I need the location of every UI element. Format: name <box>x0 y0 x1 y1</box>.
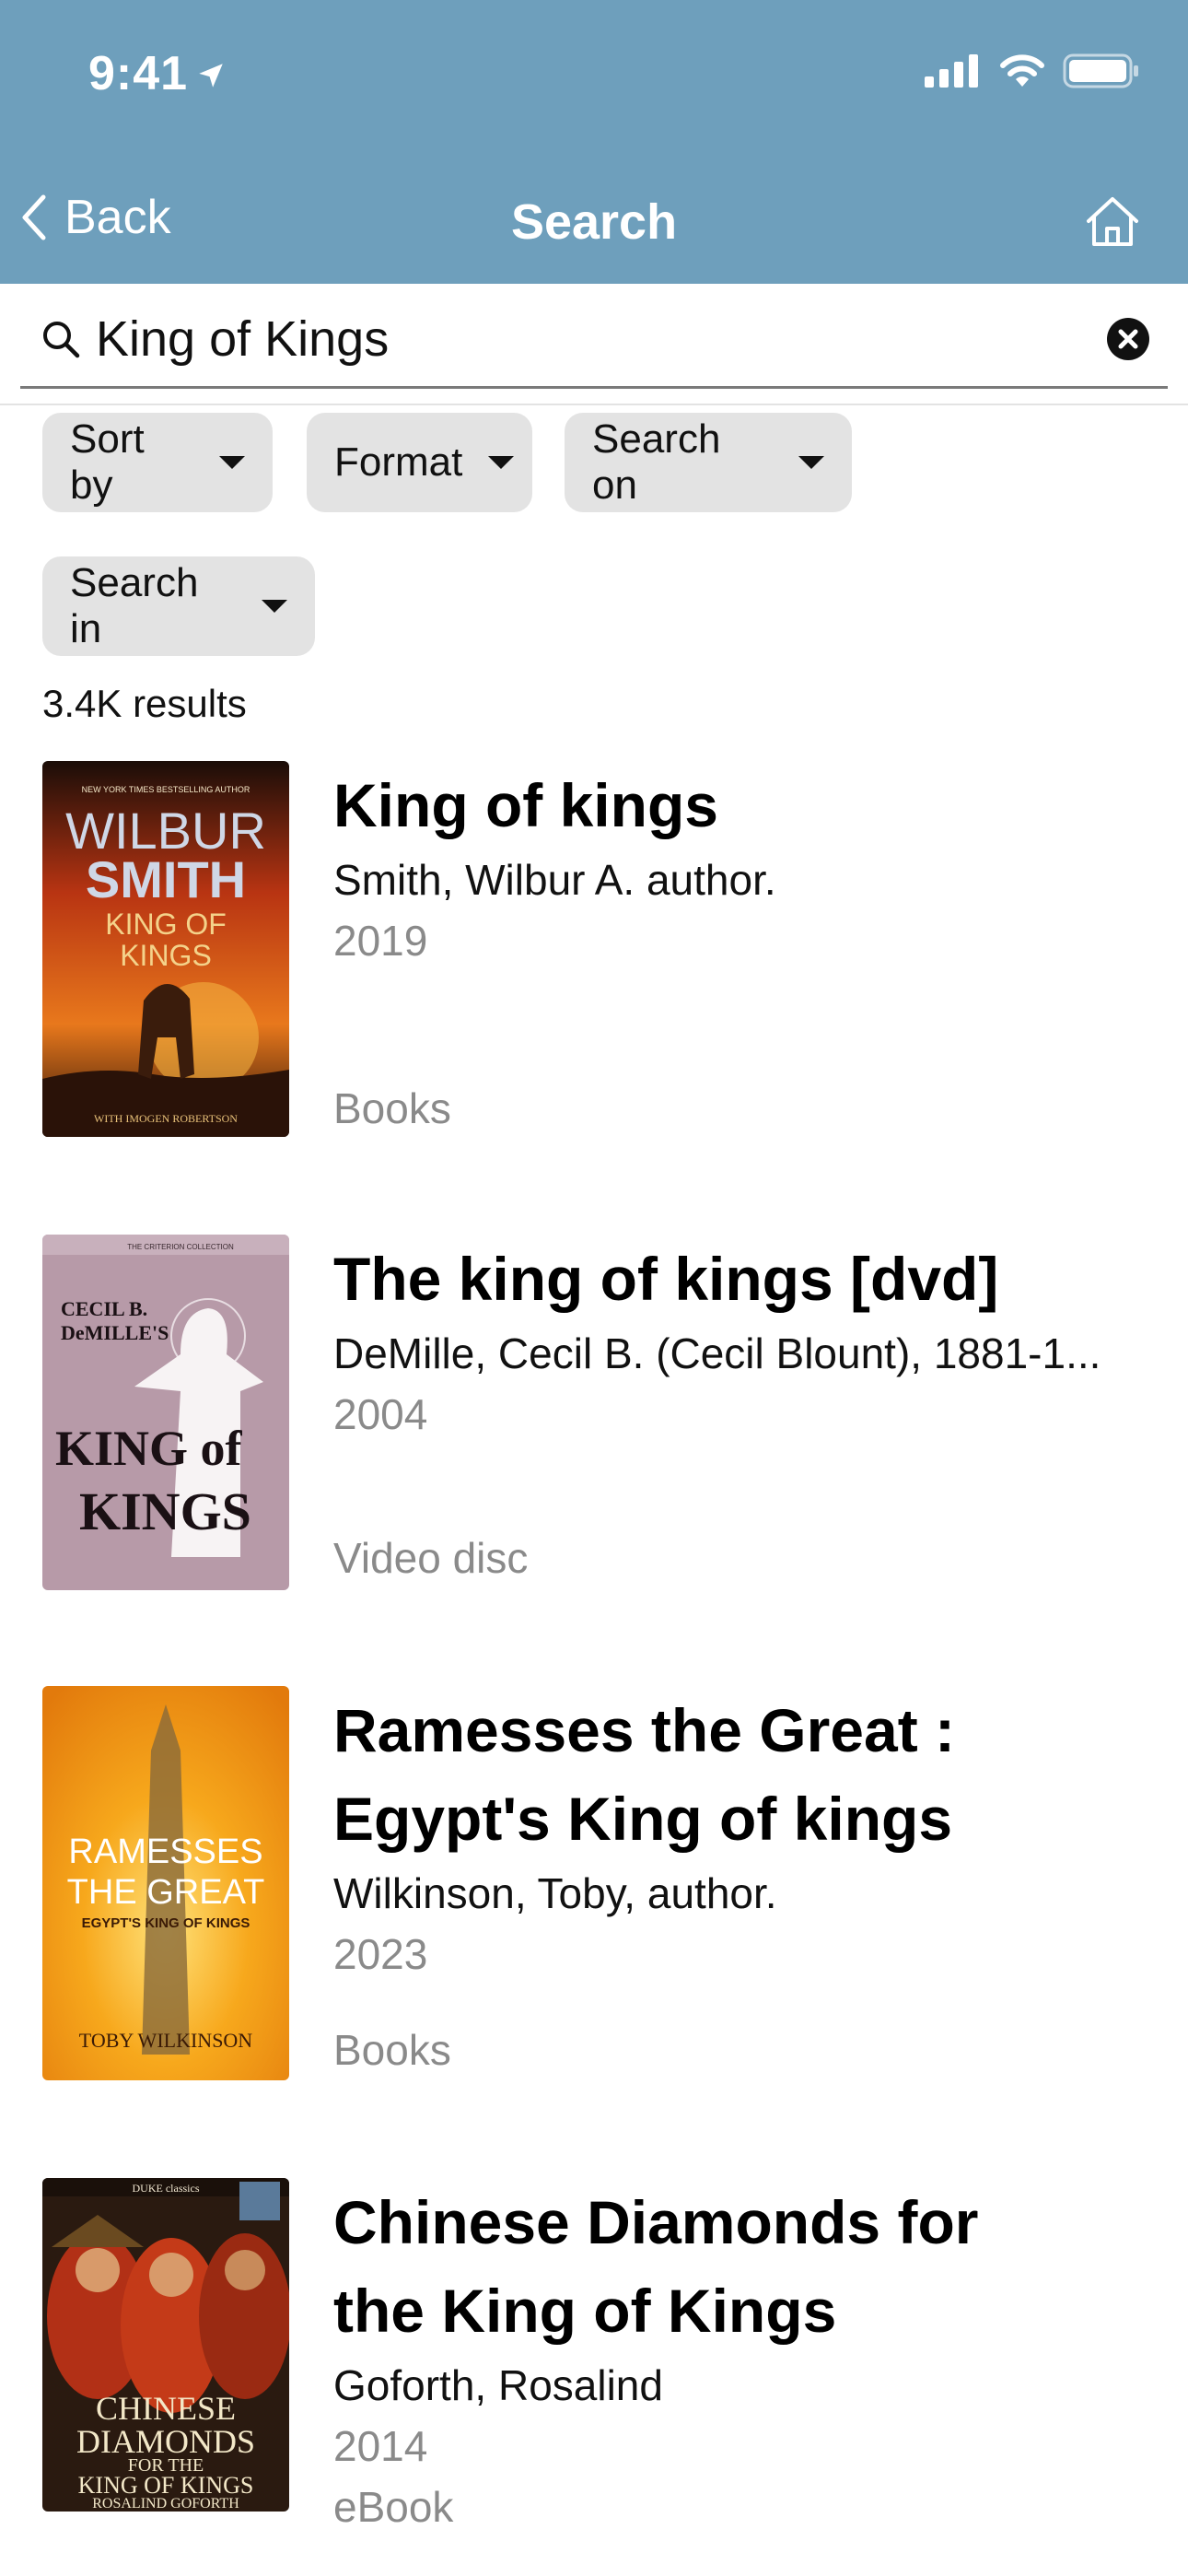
search-in-label: Search in <box>70 560 199 651</box>
cover-text: DIAMONDS <box>76 2423 255 2460</box>
search-input[interactable] <box>96 301 1105 376</box>
cover-text: KING OF <box>105 907 227 941</box>
cover-text: THE GREAT <box>67 1873 265 1912</box>
search-bar <box>20 291 1168 389</box>
cover-text: KING OF KINGS <box>78 2472 254 2499</box>
result-title-line-2: Egypt's King of kings <box>333 1785 953 1853</box>
cover-text: CHINESE <box>96 2390 236 2427</box>
sort-by-dropdown[interactable]: Sort by <box>42 413 273 512</box>
result-title-line-1: Chinese Diamonds for <box>333 2188 979 2256</box>
wifi-icon <box>1000 54 1044 87</box>
cover-text: TOBY WILKINSON <box>79 2029 253 2052</box>
cover-text: RAMESSES <box>68 1832 262 1871</box>
result-item[interactable]: THE CRITERION COLLECTION CECIL B. DeMILL… <box>0 1235 1188 1594</box>
battery-icon <box>1063 53 1138 88</box>
search-on-label: Search on <box>592 416 721 508</box>
format-label: Format <box>334 439 463 485</box>
search-in-dropdown[interactable]: Search in <box>42 556 315 656</box>
result-title: The king of kings [dvd] <box>333 1245 999 1313</box>
result-year: 2019 <box>333 917 428 965</box>
result-author: Wilkinson, Toby, author. <box>333 1869 777 1917</box>
cover-text: WITH IMOGEN ROBERTSON <box>94 1112 238 1125</box>
result-format: Books <box>333 1084 451 1132</box>
result-format: Video disc <box>333 1534 529 1582</box>
result-info: Ramesses the Great : Egypt's King of kin… <box>333 1686 1153 1985</box>
result-year: 2004 <box>333 1390 428 1438</box>
result-year: 2023 <box>333 1930 428 1978</box>
result-item[interactable]: RAMESSES THE GREAT EGYPT'S KING OF KINGS… <box>0 1686 1188 2082</box>
result-author: Smith, Wilbur A. author. <box>333 856 776 904</box>
result-item[interactable]: NEW YORK TIMES BESTSELLING AUTHOR WILBUR… <box>0 761 1188 1139</box>
result-author: Goforth, Rosalind <box>333 2361 663 2409</box>
book-cover-art: RAMESSES THE GREAT EGYPT'S KING OF KINGS… <box>42 1686 289 2080</box>
cover-text: CECIL B. <box>61 1297 147 1320</box>
cover-text: DUKE classics <box>133 2182 200 2195</box>
cover-text: THE CRITERION COLLECTION <box>127 1243 234 1251</box>
format-dropdown[interactable]: Format <box>307 413 532 512</box>
book-cover-art: NEW YORK TIMES BESTSELLING AUTHOR WILBUR… <box>42 761 289 1137</box>
cover-text: KING of <box>55 1421 243 1476</box>
clear-search-icon[interactable] <box>1105 316 1151 362</box>
book-cover-art: DUKE classics CHINESE DIAMONDS FOR THE K… <box>42 2178 289 2512</box>
cover-text: NEW YORK TIMES BESTSELLING AUTHOR <box>82 785 250 794</box>
result-title: King of kings <box>333 771 718 839</box>
dvd-cover-art: THE CRITERION COLLECTION CECIL B. DeMILL… <box>42 1235 289 1590</box>
result-title-line-1: Ramesses the Great : <box>333 1696 955 1764</box>
status-time: 9:41 <box>88 46 227 101</box>
result-format: eBook <box>333 2483 454 2531</box>
cellular-signal-icon <box>925 54 978 88</box>
home-icon <box>1087 197 1138 246</box>
sort-by-label: Sort by <box>70 416 145 508</box>
result-author: DeMille, Cecil B. (Cecil Blount), 1881-1… <box>333 1329 1101 1377</box>
cover-text: KINGS <box>120 939 212 972</box>
search-on-dropdown[interactable]: Search on <box>565 413 852 512</box>
location-arrow-icon <box>199 64 223 88</box>
book-cover: DUKE classics CHINESE DIAMONDS FOR THE K… <box>42 2178 289 2512</box>
result-info: Chinese Diamonds for the King of Kings G… <box>333 2178 1153 2537</box>
book-cover: RAMESSES THE GREAT EGYPT'S KING OF KINGS… <box>42 1686 289 2080</box>
result-info: The king of kings [dvd] DeMille, Cecil B… <box>333 1235 1153 1445</box>
result-item[interactable]: DUKE classics CHINESE DIAMONDS FOR THE K… <box>0 2178 1188 2547</box>
result-format: Books <box>333 2026 451 2074</box>
status-time-text: 9:41 <box>88 47 189 100</box>
caret-down-icon <box>262 600 287 613</box>
result-info: King of kings Smith, Wilbur A. author. 2… <box>333 761 1153 971</box>
dvd-cover: THE CRITERION COLLECTION CECIL B. DeMILL… <box>42 1235 289 1590</box>
caret-down-icon <box>219 456 245 469</box>
divider <box>0 404 1188 405</box>
cover-text: SMITH <box>86 850 246 908</box>
cover-text: DeMILLE'S <box>61 1321 169 1344</box>
caret-down-icon <box>488 456 515 469</box>
cover-text: EGYPT'S KING OF KINGS <box>82 1915 250 1931</box>
result-title-line-2: the King of Kings <box>333 2277 837 2345</box>
cover-text: KINGS <box>79 1481 251 1541</box>
app-header: 9:41 Back Search <box>0 0 1188 284</box>
status-icons <box>925 53 1140 88</box>
caret-down-icon <box>798 456 824 469</box>
home-button[interactable] <box>1083 193 1142 249</box>
results-count: 3.4K results <box>42 682 247 725</box>
search-results-screen: 9:41 Back Search King of Kings Sort by F… <box>0 0 1188 2576</box>
page-title: Search <box>510 194 678 250</box>
cover-text: ROSALIND GOFORTH <box>92 2496 239 2512</box>
result-year: 2014 <box>333 2422 428 2470</box>
book-cover: NEW YORK TIMES BESTSELLING AUTHOR WILBUR… <box>42 761 289 1137</box>
search-icon <box>43 321 80 357</box>
